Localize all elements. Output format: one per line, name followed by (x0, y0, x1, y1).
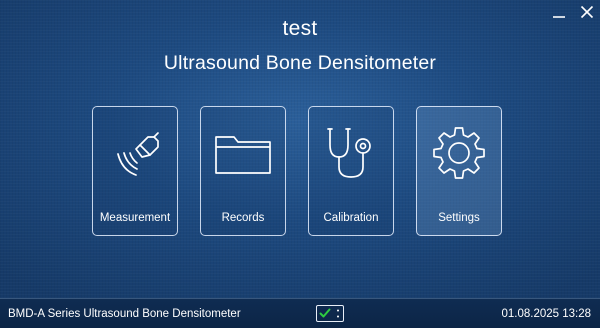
settings-tile[interactable]: Settings (416, 106, 502, 236)
device-connected-check-icon (319, 308, 331, 318)
settings-label: Settings (438, 212, 480, 224)
measurement-label: Measurement (99, 212, 171, 224)
ultrasound-probe-icon (117, 132, 159, 176)
folder-icon (215, 136, 271, 174)
calibration-label: Calibration (323, 212, 379, 224)
device-status-button[interactable] (316, 305, 344, 322)
records-label: Records (221, 212, 265, 224)
gear-icon (433, 127, 485, 179)
page-title: test (282, 17, 318, 40)
status-bar: BMD-A Series Ultrasound Bone Densitomete… (0, 298, 600, 328)
main-menu: Measurement Records Calibration Settings (92, 106, 502, 236)
page-subtitle: Ultrasound Bone Densitometer (163, 52, 437, 74)
stethoscope-icon (327, 128, 371, 178)
product-name: BMD-A Series Ultrasound Bone Densitomete… (8, 308, 241, 320)
calibration-tile[interactable]: Calibration (308, 106, 394, 236)
more-dots-icon (337, 309, 339, 318)
datetime: 01.08.2025 13:28 (501, 308, 591, 320)
records-tile[interactable]: Records (200, 106, 286, 236)
measurement-tile[interactable]: Measurement (92, 106, 178, 236)
